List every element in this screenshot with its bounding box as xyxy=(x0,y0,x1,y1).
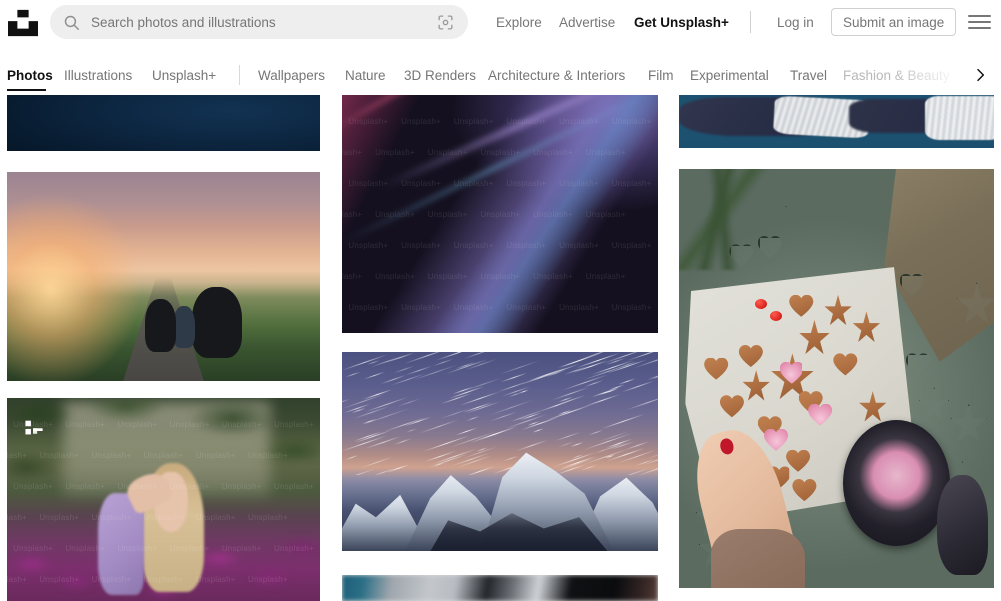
photo-detail xyxy=(342,95,489,138)
photo-detail xyxy=(173,306,195,348)
photo-card[interactable]: Unsplash+Unsplash+Unsplash+Unsplash+Unsp… xyxy=(342,95,658,333)
photo-card[interactable] xyxy=(7,95,320,151)
photo-detail xyxy=(192,287,242,358)
photo-image xyxy=(342,575,658,601)
photo-card[interactable]: Unsplash+Unsplash+Unsplash+Unsplash+Unsp… xyxy=(7,398,320,601)
photo-image xyxy=(7,95,320,151)
photo-detail xyxy=(843,420,950,546)
photo-card[interactable] xyxy=(342,575,658,601)
photo-detail xyxy=(679,169,774,270)
photo-image xyxy=(679,95,994,148)
photo-detail xyxy=(145,299,176,351)
photo-detail xyxy=(342,95,648,246)
photo-image xyxy=(7,172,320,381)
photo-card[interactable] xyxy=(679,95,994,148)
photo-detail xyxy=(711,529,806,588)
photo-card[interactable] xyxy=(342,352,658,551)
photo-detail xyxy=(937,475,987,576)
photo-grid: Unsplash+Unsplash+Unsplash+Unsplash+Unsp… xyxy=(0,0,1001,601)
photo-detail xyxy=(342,440,658,551)
photo-detail xyxy=(925,96,994,139)
photo-image xyxy=(7,398,320,601)
photo-image xyxy=(342,352,658,551)
photo-card[interactable] xyxy=(7,172,320,381)
photo-image xyxy=(679,169,994,588)
photo-image xyxy=(342,95,658,333)
photo-card[interactable] xyxy=(679,169,994,588)
photo-detail xyxy=(120,451,220,601)
